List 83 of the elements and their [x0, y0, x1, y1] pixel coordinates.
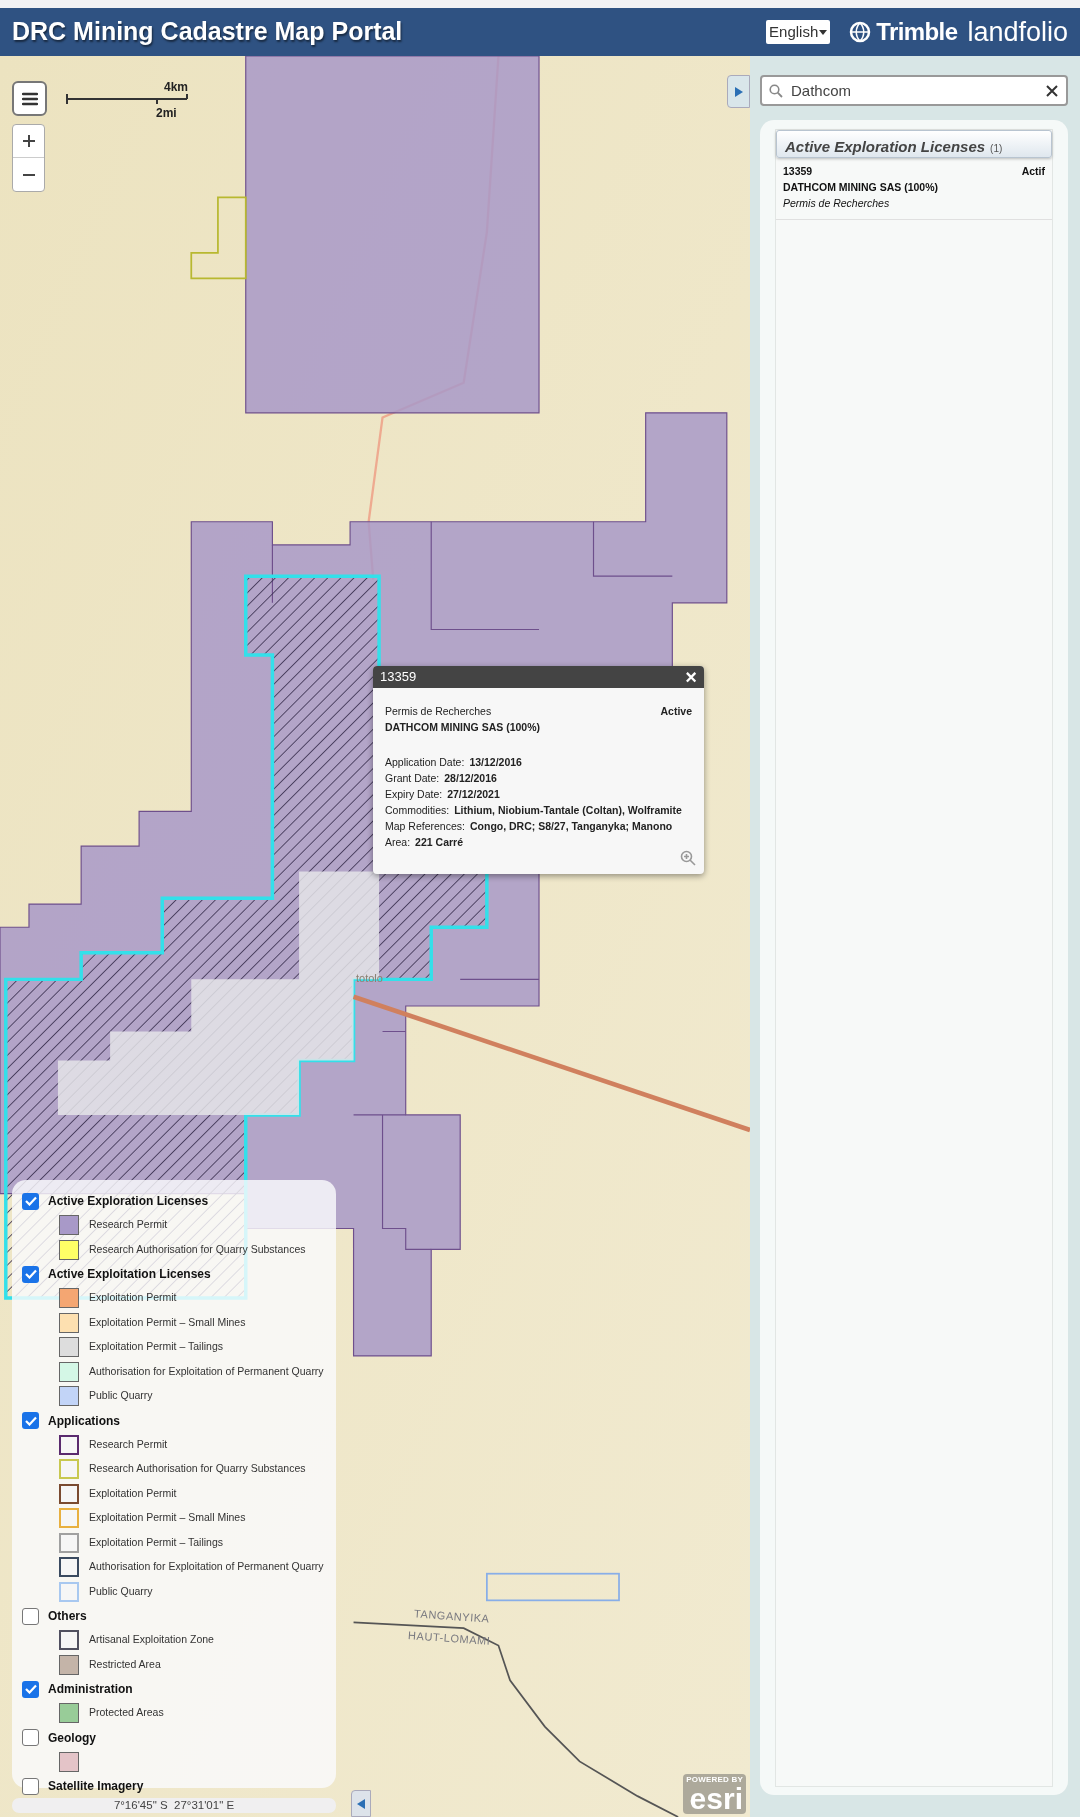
- logo-tagline: POWERED BY: [686, 1776, 743, 1784]
- layer-checkbox[interactable]: [22, 1777, 39, 1795]
- result-status: Actif: [1021, 164, 1045, 179]
- brand-name: Trimble: [876, 17, 958, 47]
- legend-item-label: Research Permit: [89, 1217, 168, 1233]
- logo-wordmark: esri: [689, 1784, 743, 1814]
- scale-label: 2mi: [156, 105, 177, 122]
- scale-label: 4km: [163, 79, 188, 96]
- map-label: TANGANYIKA: [413, 1606, 491, 1627]
- legend-item-label: Restricted Area: [89, 1656, 161, 1672]
- legend-item-label: Public Quarry: [89, 1388, 153, 1404]
- check-icon: [24, 1269, 37, 1279]
- legend-item-label: Exploitation Permit – Tailings: [89, 1339, 224, 1355]
- panel-toggle-button[interactable]: [727, 75, 750, 108]
- close-icon[interactable]: [1046, 85, 1058, 97]
- holder-name: DATHCOM MINING SAS (100%): [385, 719, 541, 735]
- search-icon: [769, 84, 783, 98]
- legend-item-label: Protected Areas: [89, 1705, 164, 1721]
- permit-type: Permis de Recherches: [385, 704, 492, 719]
- portal-title: DRC Mining Cadastre Map Portal: [12, 16, 404, 48]
- result-holder: DATHCOM MINING SAS (100%): [783, 179, 939, 195]
- caret-icon: [819, 29, 828, 35]
- layer-group-label: Geology: [48, 1729, 96, 1747]
- field-label: Grant Date:: [385, 770, 440, 786]
- field-label: Area:: [385, 834, 411, 850]
- collapse-arrow-icon: [357, 1798, 365, 1809]
- field-value: 13/12/2016: [469, 754, 522, 770]
- field-value: 27/12/2021: [447, 786, 500, 802]
- layer-group-label: Active Exploitation Licenses: [48, 1266, 211, 1283]
- legend-item-label: Research Authorisation for Quarry Substances: [89, 1461, 306, 1477]
- product-name: landfolio: [967, 15, 1068, 49]
- field-label: Map References:: [385, 818, 465, 834]
- minus-icon: [21, 173, 36, 176]
- popup-title: 13359: [380, 668, 417, 687]
- legend-item-label: Artisanal Exploitation Zone: [89, 1632, 214, 1648]
- legend-item-label: Exploitation Permit – Tailings: [89, 1534, 224, 1550]
- field-value: 221 Carré: [415, 834, 463, 850]
- legend-item-label: Research Authorisation for Quarry Substances: [89, 1241, 306, 1257]
- coordinates-bar: 7°16'45" S 27°31'01" E: [12, 1798, 336, 1813]
- layer-checkbox[interactable]: [22, 1265, 39, 1283]
- results-count: (1): [990, 142, 1003, 156]
- layer-group-label: Others: [48, 1608, 87, 1625]
- legend-toggle-button[interactable]: [351, 1790, 371, 1817]
- field-value: Lithium, Niobium-Tantale (Coltan), Wolframite: [454, 802, 682, 818]
- legend-item-label: Exploitation Permit: [89, 1290, 177, 1306]
- layer-checkbox[interactable]: [22, 1729, 39, 1746]
- check-icon: [24, 1196, 37, 1206]
- check-icon: [24, 1684, 37, 1694]
- field-value: 28/12/2016: [444, 770, 497, 786]
- layer-checkbox[interactable]: [22, 1412, 39, 1429]
- search-field[interactable]: Dathcom: [760, 75, 1068, 106]
- layer-group-label: Active Exploration Licenses: [48, 1193, 209, 1210]
- permit-status: Active: [660, 704, 692, 719]
- result-id: 13359: [783, 164, 813, 179]
- result-type: Permis de Recherches: [783, 195, 891, 211]
- layer-checkbox[interactable]: [22, 1607, 39, 1625]
- legend-item-label: Exploitation Permit – Small Mines: [89, 1314, 246, 1330]
- legend-item-label: Public Quarry: [89, 1583, 153, 1599]
- legend-item-label: Exploitation Permit – Small Mines: [89, 1510, 246, 1526]
- legend-item-label: Authorisation for Exploitation of Permanent Quarry: [89, 1559, 324, 1575]
- legend-item-label: Authorisation for Exploitation of Permanent Quarry: [89, 1363, 324, 1379]
- layer-group-label: Administration: [48, 1681, 133, 1698]
- layer-checkbox[interactable]: [22, 1192, 39, 1210]
- field-value: Congo, DRC; S8/27, Tanganyka; Manono: [469, 818, 673, 834]
- menu-button[interactable]: [12, 81, 47, 116]
- language-dropdown[interactable]: English: [766, 19, 831, 45]
- check-icon: [24, 1415, 37, 1426]
- menu-icon: [21, 91, 38, 106]
- layer-group-label: Satellite Imagery: [48, 1778, 144, 1795]
- expand-arrow-icon: [734, 86, 743, 97]
- result-item[interactable]: 13359 Actif DATHCOM MINING SAS (100%) Permis de Recherches: [776, 158, 1052, 221]
- close-button[interactable]: ×: [685, 667, 697, 687]
- field-label: Commodities:: [385, 802, 450, 818]
- layer-checkbox[interactable]: [22, 1680, 39, 1698]
- zoom-to-icon: [680, 849, 696, 866]
- legend-item-label: Exploitation Permit: [89, 1485, 177, 1501]
- results-title: Active Exploration Licenses: [785, 137, 986, 157]
- field-label: Application Date:: [385, 754, 465, 770]
- legend-item-label: Research Permit: [89, 1436, 168, 1452]
- plus-icon: [21, 134, 36, 148]
- map-label: HAUT-LOMAMI: [407, 1628, 491, 1649]
- field-label: Expiry Date:: [385, 786, 443, 802]
- layer-group-label: Applications: [48, 1412, 120, 1430]
